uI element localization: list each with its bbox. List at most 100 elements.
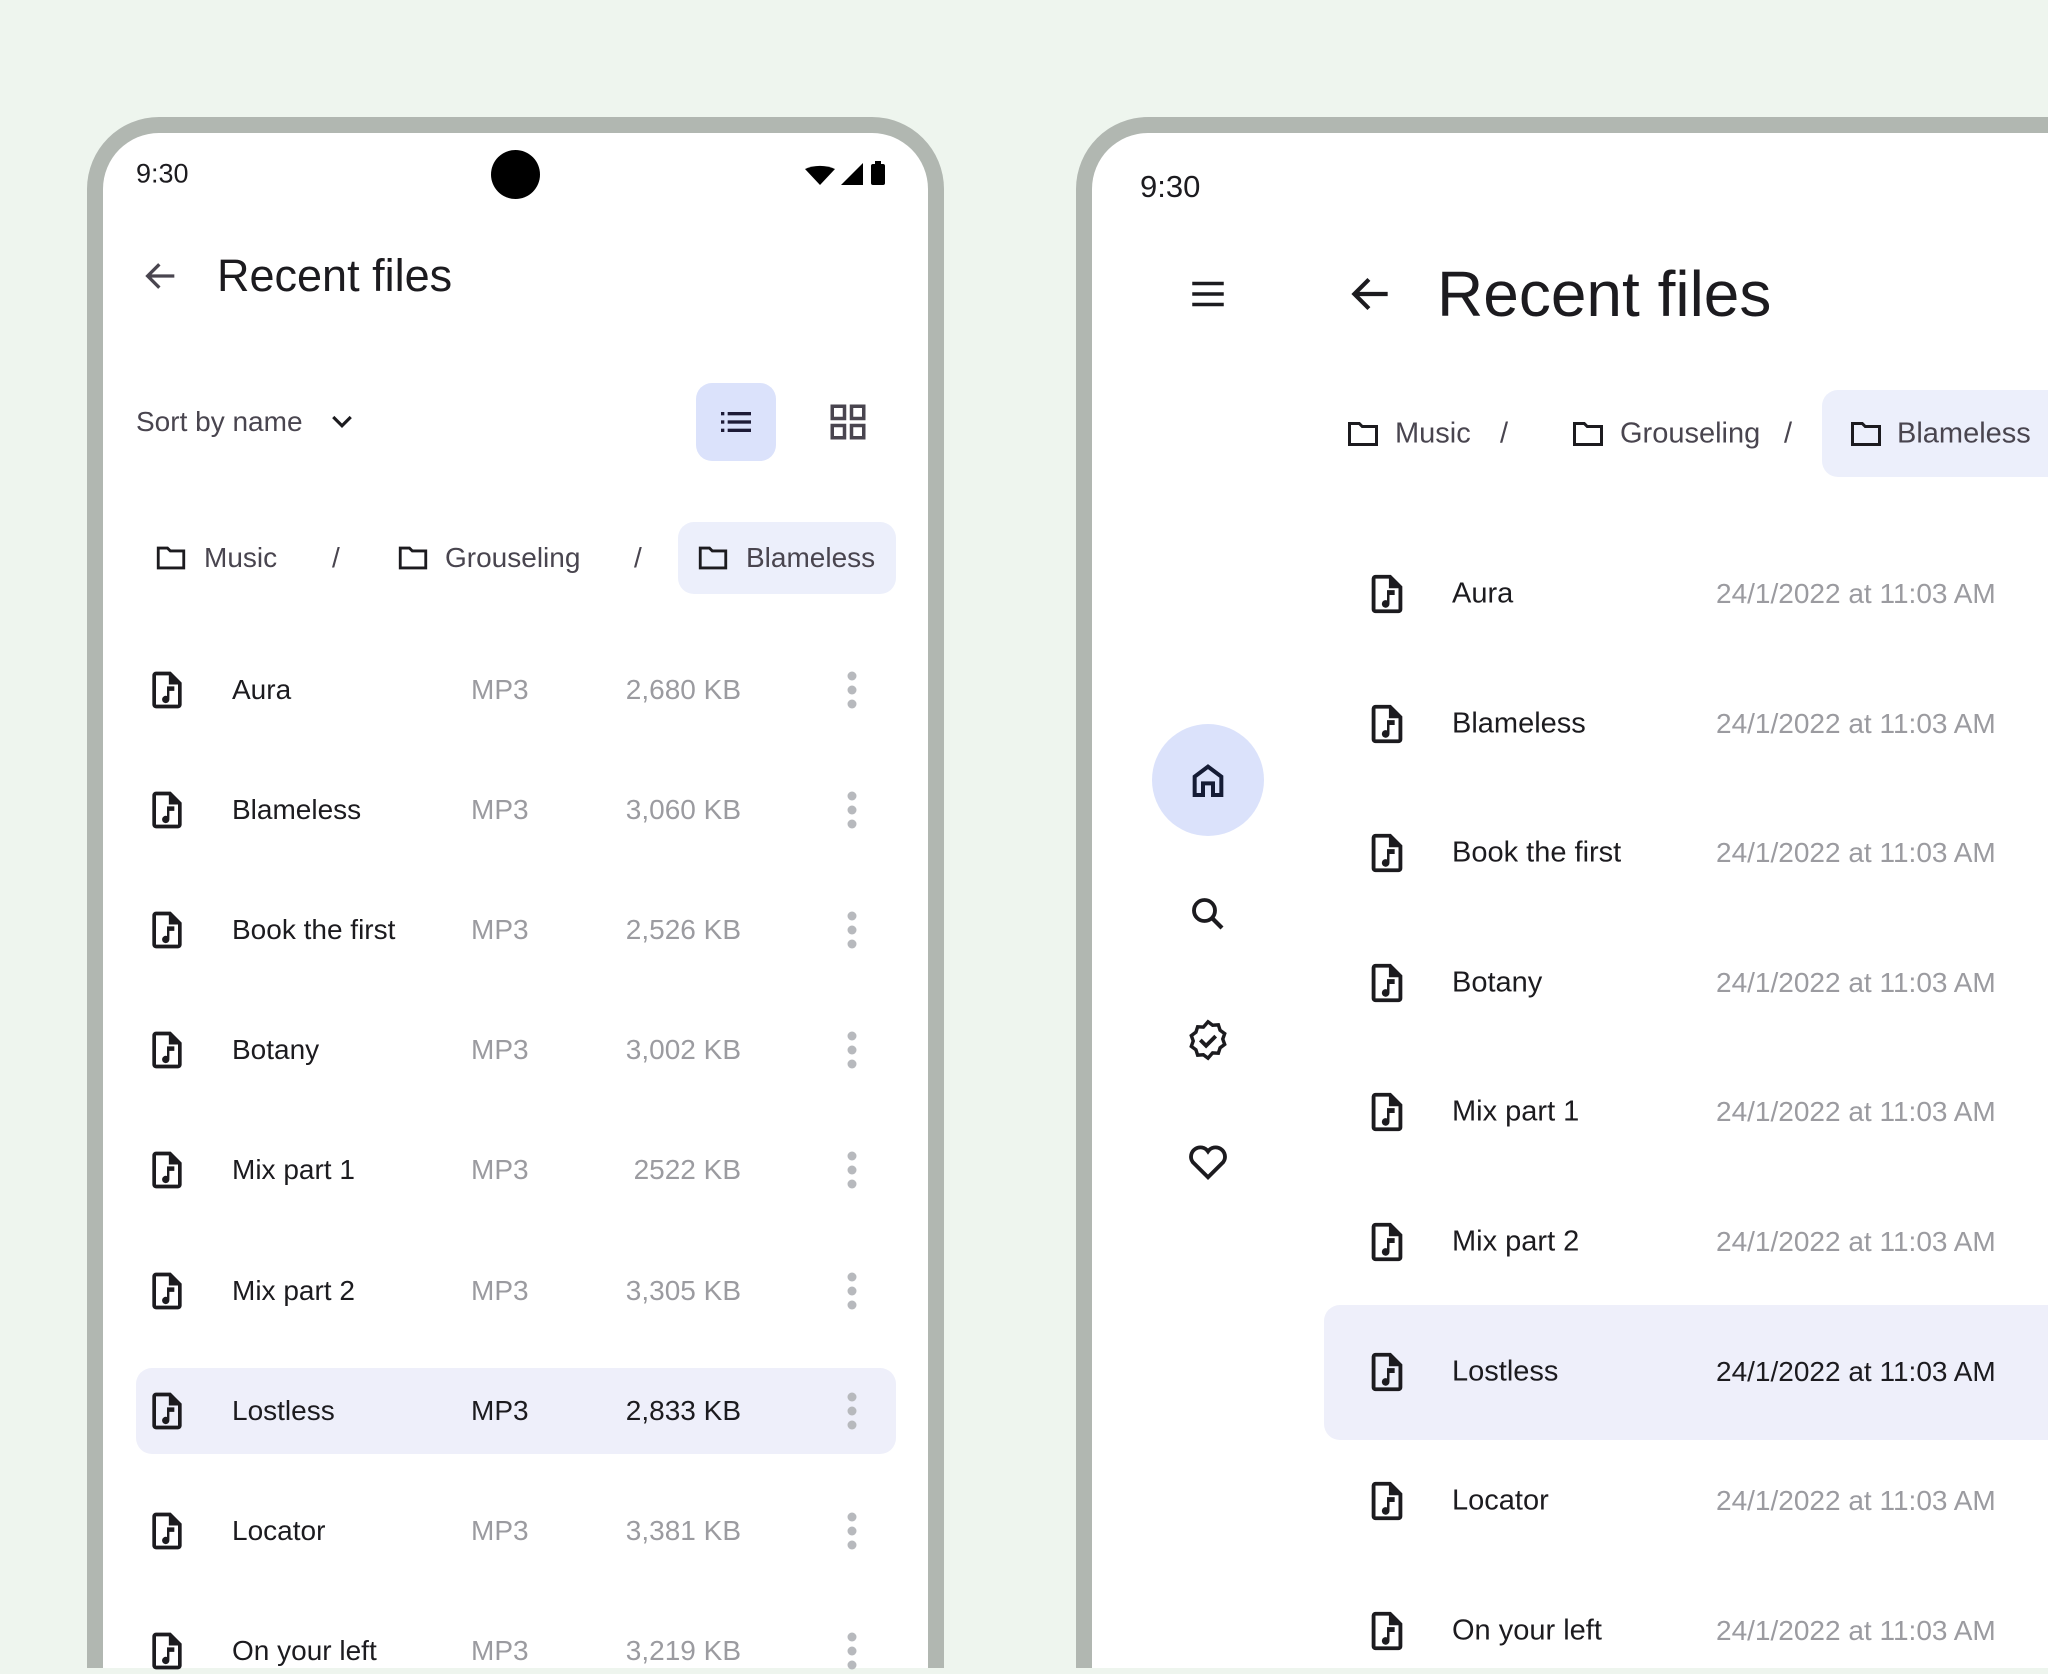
- file-size: 3,219 KB: [625, 1634, 741, 1666]
- back-button[interactable]: [141, 256, 181, 296]
- file-type: MP3: [471, 1274, 529, 1306]
- file-name: Aura: [232, 674, 292, 705]
- page-title: Recent files: [1437, 258, 1772, 330]
- breadcrumb-separator: /: [1784, 417, 1793, 450]
- breadcrumb-separator: /: [634, 542, 642, 573]
- file-name: Botany: [232, 1034, 320, 1066]
- file-type: MP3: [471, 1394, 529, 1426]
- file-date: 24/1/2022 at 11:03 AM: [1716, 1355, 1996, 1387]
- music-file-icon: [1364, 1089, 1410, 1135]
- file-name: Locator: [1452, 1484, 1549, 1517]
- more-vert-icon[interactable]: [847, 1627, 857, 1674]
- music-file-icon: [145, 1389, 189, 1433]
- nav-verified[interactable]: [1185, 1017, 1231, 1063]
- file-type: MP3: [471, 1034, 529, 1066]
- file-date: 24/1/2022 at 11:03 AM: [1716, 1096, 1996, 1128]
- breadcrumb-item-blameless[interactable]: Blameless: [746, 542, 875, 574]
- file-date: 24/1/2022 at 11:03 AM: [1716, 966, 1996, 998]
- file-date: 24/1/2022 at 11:03 AM: [1716, 578, 1996, 609]
- folder-icon: [1345, 416, 1381, 452]
- chevron-down-icon: [327, 407, 357, 437]
- status-time: 9:30: [136, 158, 189, 189]
- folder-icon: [154, 541, 188, 575]
- more-vert-icon[interactable]: [847, 1267, 857, 1314]
- more-vert-icon[interactable]: [847, 667, 857, 714]
- folder-icon: [396, 541, 430, 575]
- music-file-icon: [1364, 571, 1410, 617]
- more-vert-icon[interactable]: [847, 1147, 857, 1194]
- breadcrumb-item-music[interactable]: Music: [1395, 418, 1471, 451]
- home-icon: [1192, 764, 1224, 797]
- more-vert-icon[interactable]: [847, 1027, 857, 1074]
- breadcrumb-item-grouseling[interactable]: Grouseling: [445, 542, 580, 574]
- nav-home[interactable]: [1152, 724, 1264, 836]
- more-vert-icon[interactable]: [847, 907, 857, 954]
- file-name: Mix part 1: [232, 1154, 355, 1186]
- list-view-toggle[interactable]: [696, 383, 776, 461]
- list-icon: [721, 412, 751, 432]
- music-file-icon: [1364, 701, 1410, 747]
- file-name: Blameless: [232, 794, 362, 826]
- music-file-icon: [145, 908, 189, 952]
- arrow-back-icon: [145, 263, 175, 289]
- file-date: 24/1/2022 at 11:03 AM: [1716, 1614, 1996, 1646]
- music-file-icon: [1364, 1478, 1410, 1524]
- file-size: 2,680 KB: [625, 674, 741, 705]
- more-vert-icon[interactable]: [847, 1387, 857, 1434]
- music-file-icon: [145, 1028, 189, 1072]
- file-date: 24/1/2022 at 11:03 AM: [1716, 1485, 1996, 1517]
- file-type: MP3: [471, 794, 529, 826]
- more-vert-icon[interactable]: [847, 1507, 857, 1554]
- music-file-icon: [1364, 830, 1410, 876]
- file-name: Blameless: [1452, 707, 1586, 740]
- breadcrumb-item-music[interactable]: Music: [204, 542, 277, 574]
- file-type: MP3: [471, 1634, 529, 1666]
- music-file-icon: [145, 1629, 189, 1673]
- status-icons: [803, 159, 893, 189]
- menu-button[interactable]: [1187, 273, 1229, 315]
- grid-view-toggle[interactable]: [827, 401, 869, 443]
- signal-icon: [841, 163, 863, 185]
- page-title: Recent files: [217, 250, 453, 301]
- nav-favorites[interactable]: [1185, 1138, 1231, 1184]
- file-size: 3,060 KB: [625, 794, 741, 826]
- nav-search[interactable]: [1187, 893, 1229, 935]
- breadcrumb-separator: /: [1500, 417, 1509, 450]
- file-date: 24/1/2022 at 11:03 AM: [1716, 837, 1996, 869]
- breadcrumb-item-grouseling[interactable]: Grouseling: [1620, 418, 1760, 451]
- music-file-icon: [145, 1509, 189, 1553]
- file-name: Mix part 2: [232, 1274, 355, 1306]
- file-name: Lostless: [232, 1394, 335, 1426]
- back-button[interactable]: [1346, 269, 1396, 319]
- music-file-icon: [1364, 1219, 1410, 1265]
- menu-icon: [1192, 281, 1224, 307]
- music-file-icon: [145, 668, 189, 712]
- file-type: MP3: [471, 1514, 529, 1546]
- breadcrumb-item-blameless[interactable]: Blameless: [1897, 418, 2031, 451]
- more-vert-icon[interactable]: [847, 787, 857, 834]
- file-type: MP3: [471, 914, 529, 946]
- music-file-icon: [1364, 1608, 1410, 1654]
- file-name: Botany: [1452, 966, 1543, 999]
- music-file-icon: [145, 1269, 189, 1313]
- file-name: Book the first: [232, 914, 396, 946]
- file-type: MP3: [471, 1154, 529, 1186]
- file-name: Mix part 2: [1452, 1225, 1580, 1258]
- file-name: On your left: [1452, 1614, 1602, 1647]
- file-name: Aura: [1452, 577, 1514, 610]
- verified-icon: [1189, 1019, 1227, 1061]
- folder-icon: [696, 541, 730, 575]
- file-name: On your left: [232, 1634, 377, 1666]
- file-date: 24/1/2022 at 11:03 AM: [1716, 707, 1996, 739]
- file-size: 2,833 KB: [625, 1394, 741, 1426]
- file-name: Locator: [232, 1514, 326, 1546]
- sort-label: Sort by name: [136, 406, 303, 437]
- wifi-icon: [805, 165, 835, 185]
- grid-icon: [830, 404, 866, 440]
- heart-icon: [1189, 1145, 1227, 1181]
- file-size: 2,526 KB: [625, 914, 741, 946]
- file-name: Mix part 1: [1452, 1095, 1580, 1128]
- arrow-back-icon: [1351, 277, 1388, 311]
- music-file-icon: [1364, 960, 1410, 1006]
- camera-cutout: [491, 150, 540, 199]
